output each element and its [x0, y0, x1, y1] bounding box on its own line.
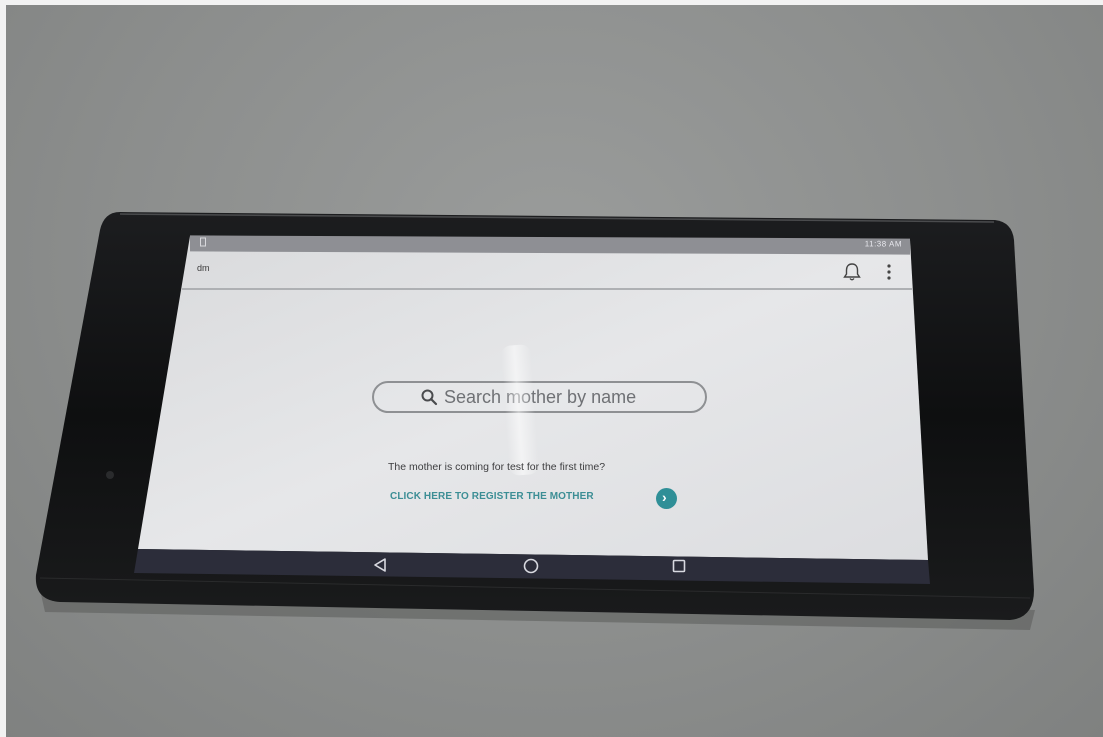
status-time: 11:38 AM — [864, 239, 902, 249]
chevron-right-icon[interactable]: › — [656, 488, 677, 509]
app-header: dm — [185, 253, 913, 289]
sd-card-icon — [200, 237, 206, 247]
navigation-bar — [139, 549, 929, 581]
screen-glare — [500, 344, 540, 476]
search-icon — [421, 389, 438, 406]
home-icon[interactable] — [522, 557, 540, 575]
register-mother-link[interactable]: CLICK HERE TO REGISTER THE MOTHER — [390, 491, 594, 502]
status-bar: 11:38 AM — [190, 235, 910, 255]
back-icon[interactable] — [372, 557, 388, 573]
header-divider — [182, 288, 912, 290]
search-input[interactable]: Search mother by name — [372, 381, 707, 413]
bell-icon[interactable] — [841, 261, 863, 283]
recent-apps-icon[interactable] — [672, 559, 686, 573]
search-placeholder: Search mother by name — [444, 387, 637, 407]
first-visit-prompt: The mother is coming for test for the fi… — [388, 461, 606, 473]
app-title: dm — [197, 263, 210, 273]
more-vert-icon[interactable] — [885, 263, 893, 281]
app-screen: 11:38 AM dm Search mother by name The mo… — [0, 0, 1103, 737]
